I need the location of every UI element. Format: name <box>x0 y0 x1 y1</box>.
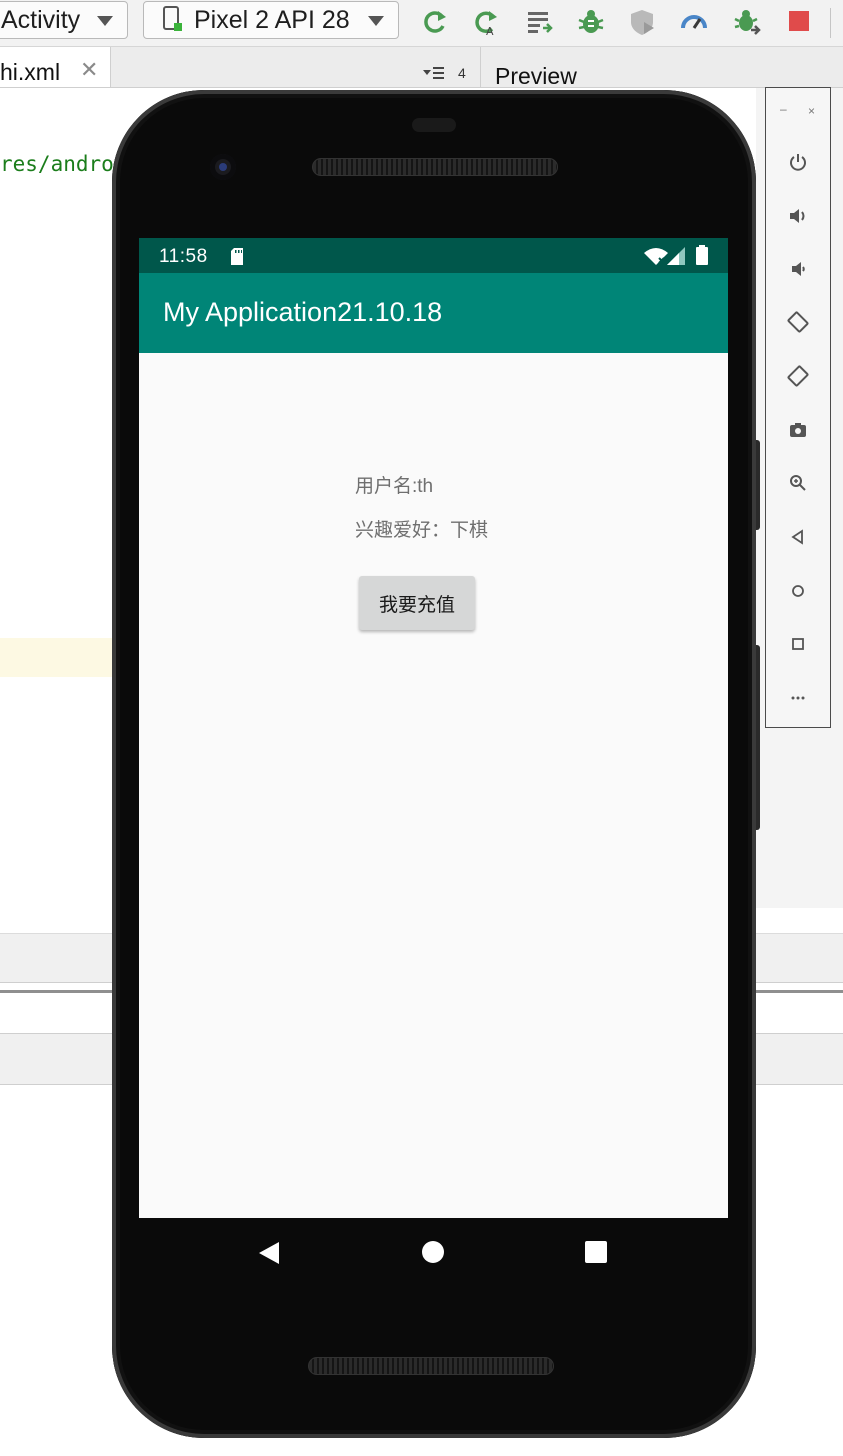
code-text: res/andro <box>0 152 114 176</box>
status-time: 11:58 <box>159 246 208 267</box>
chevron-down-icon <box>97 16 113 26</box>
hobby-text: 兴趣爱好：下棋 <box>355 520 489 541</box>
username-text: 用户名:th <box>355 476 434 497</box>
phone-speaker-bottom <box>308 1357 554 1375</box>
nav-recents-icon[interactable] <box>585 1241 607 1263</box>
app-bar: My Application21.10.18 <box>139 273 728 353</box>
run-list-icon[interactable] <box>526 8 554 36</box>
tab-label: hi.xml <box>0 59 61 85</box>
front-camera-icon <box>210 154 236 180</box>
apply-code-changes-icon[interactable]: A <box>472 8 500 36</box>
nav-home-icon[interactable] <box>422 1241 444 1263</box>
phone-speaker-top <box>312 158 558 176</box>
phone-screen[interactable]: 11:58 My Application21.10.18 用户名:th 兴趣爱好… <box>139 238 728 1218</box>
debug-icon[interactable] <box>577 8 605 36</box>
app-title: My Application21.10.18 <box>163 297 443 327</box>
overview-icon[interactable] <box>786 632 810 656</box>
rotate-right-icon[interactable] <box>786 364 810 388</box>
profile-icon[interactable] <box>680 8 708 36</box>
rotate-left-icon[interactable] <box>786 310 810 334</box>
stop-icon[interactable] <box>786 8 814 36</box>
home-icon[interactable] <box>786 579 810 603</box>
signal-icon <box>667 247 685 265</box>
tab-list-icon[interactable] <box>423 66 445 80</box>
chevron-down-icon <box>368 16 384 26</box>
editor-tab-bar: hi.xml ✕ 4 Preview <box>0 47 843 89</box>
svg-text:A: A <box>486 25 494 36</box>
toolbar-divider <box>830 8 831 38</box>
device-icon <box>163 6 182 31</box>
close-icon[interactable]: × <box>808 104 815 118</box>
wifi-icon <box>644 248 668 265</box>
close-icon[interactable]: ✕ <box>80 57 98 83</box>
camera-icon[interactable] <box>786 418 810 442</box>
ide-toolbar: Activity Pixel 2 API 28 A <box>0 0 843 47</box>
phone-sensor <box>412 118 456 132</box>
sd-card-icon <box>231 248 243 265</box>
tab-hi-xml[interactable]: hi.xml ✕ <box>0 47 111 87</box>
run-config-dropdown[interactable]: Activity <box>0 1 128 39</box>
recharge-button[interactable]: 我要充值 <box>359 576 475 630</box>
zoom-icon[interactable] <box>786 471 810 495</box>
volume-up-icon[interactable] <box>786 204 810 228</box>
app-content: 用户名:th 兴趣爱好：下棋 我要充值 <box>139 353 728 1218</box>
device-label: Pixel 2 API 28 <box>194 5 350 34</box>
emulator-toolbar: – × <box>765 87 831 728</box>
apply-changes-icon[interactable] <box>421 8 449 36</box>
tab-overflow-count: 4 <box>458 65 466 81</box>
preview-panel-title: Preview <box>480 47 577 89</box>
back-icon[interactable] <box>786 525 810 549</box>
nav-back-icon[interactable] <box>258 1241 280 1265</box>
minimize-icon[interactable]: – <box>780 102 787 116</box>
coverage-icon[interactable] <box>628 8 656 36</box>
more-icon[interactable] <box>786 686 810 710</box>
volume-down-icon[interactable] <box>786 257 810 281</box>
status-bar: 11:58 <box>139 238 728 273</box>
device-dropdown[interactable]: Pixel 2 API 28 <box>143 1 399 39</box>
power-icon[interactable] <box>786 150 810 174</box>
battery-icon <box>696 245 708 265</box>
run-config-label: Activity <box>1 5 81 34</box>
attach-debugger-icon[interactable] <box>733 8 761 36</box>
